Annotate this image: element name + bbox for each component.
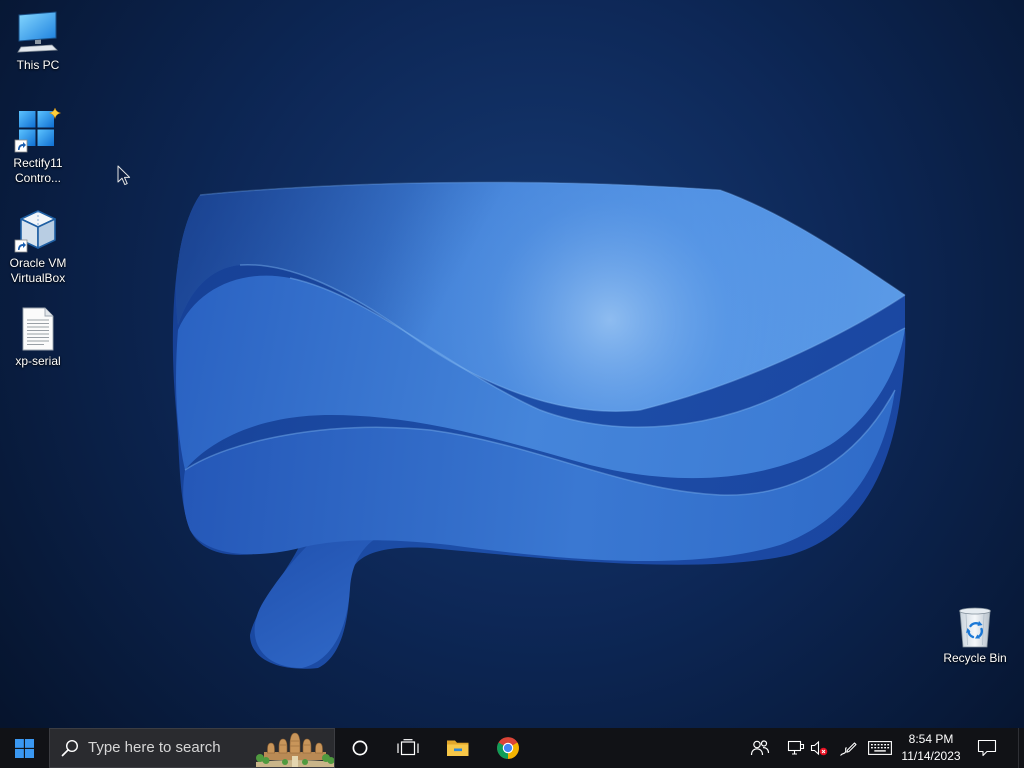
search-icon bbox=[61, 739, 79, 757]
touch-keyboard-button[interactable] bbox=[864, 728, 896, 768]
action-center-button[interactable] bbox=[967, 728, 1007, 768]
chrome-icon bbox=[496, 736, 520, 760]
desktop-icon-label: xp-serial bbox=[15, 354, 61, 368]
rectify11-control-center-icon bbox=[14, 108, 62, 154]
file-explorer-button[interactable] bbox=[434, 728, 482, 768]
search-placeholder: Type here to search bbox=[88, 739, 221, 756]
touch-keyboard-icon bbox=[868, 741, 892, 755]
windows-ink-icon bbox=[839, 739, 857, 757]
people-icon bbox=[750, 739, 770, 757]
desktop-wallpaper bbox=[0, 0, 1024, 728]
clock-time: 8:54 PM bbox=[908, 732, 954, 746]
mouse-pointer-icon bbox=[117, 165, 131, 187]
clock-date: 11/14/2023 bbox=[901, 749, 961, 763]
desktop-icon-rectify11[interactable]: Rectify11 Contro... bbox=[0, 108, 76, 186]
desktop[interactable]: This PC Rectify11 Contro... Oracle VM Vi… bbox=[0, 0, 1024, 728]
clock[interactable]: 8:54 PM 11/14/2023 bbox=[896, 728, 966, 768]
this-pc-icon bbox=[14, 10, 62, 56]
task-view-button[interactable] bbox=[384, 728, 432, 768]
desktop-icon-label: Recycle Bin bbox=[943, 651, 1007, 665]
start-button[interactable] bbox=[0, 728, 48, 768]
cortana-icon bbox=[351, 739, 369, 757]
action-center-icon bbox=[977, 739, 997, 757]
desktop-icon-this-pc[interactable]: This PC bbox=[0, 10, 76, 73]
chrome-button[interactable] bbox=[484, 728, 532, 768]
desktop-icon-recycle-bin[interactable]: Recycle Bin bbox=[937, 603, 1013, 666]
windows-ink-button[interactable] bbox=[834, 728, 862, 768]
people-button[interactable] bbox=[744, 728, 776, 768]
show-desktop-button[interactable] bbox=[1018, 728, 1024, 768]
desktop-icon-xp-serial[interactable]: xp-serial bbox=[0, 306, 76, 369]
desktop-icon-label: Rectify11 Contro... bbox=[13, 156, 63, 185]
volume-button[interactable] bbox=[806, 728, 832, 768]
virtualbox-icon bbox=[14, 208, 62, 254]
desktop-icon-virtualbox[interactable]: Oracle VM VirtualBox bbox=[0, 208, 76, 286]
taskbar: Type here to search 8:54 PM 11/14/2023 bbox=[0, 728, 1024, 768]
network-icon bbox=[787, 740, 805, 756]
search-highlight-temple-icon[interactable] bbox=[256, 729, 334, 767]
desktop-icon-label: This PC bbox=[16, 58, 60, 72]
windows-logo-icon bbox=[14, 738, 34, 758]
search-box[interactable]: Type here to search bbox=[49, 728, 335, 768]
volume-muted-icon bbox=[810, 740, 828, 756]
task-view-icon bbox=[397, 739, 419, 757]
text-document-icon bbox=[14, 306, 62, 352]
cortana-button[interactable] bbox=[336, 728, 384, 768]
desktop-icon-label: Oracle VM VirtualBox bbox=[9, 256, 67, 285]
file-explorer-icon bbox=[446, 738, 470, 758]
recycle-bin-icon bbox=[951, 603, 999, 649]
